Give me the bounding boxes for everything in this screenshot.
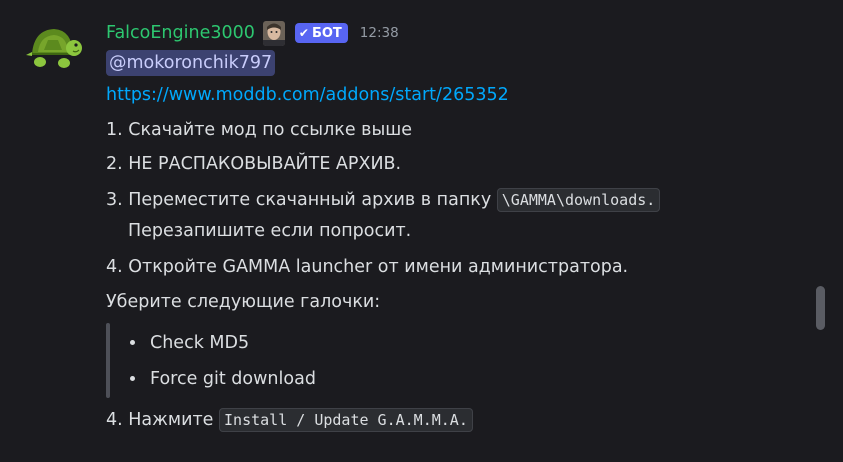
list-item: Force git download <box>150 369 316 389</box>
bullet-dot <box>130 376 135 381</box>
blockquote-bar <box>106 323 110 398</box>
inline-code-path: \GAMMA\downloads. <box>496 188 661 212</box>
step-3-text: 3. Переместите скачанный архив в папку <box>106 190 497 210</box>
message-header: FalcoEngine3000 ✔ БОТ 12:38 <box>106 17 399 49</box>
bullet-dot <box>130 340 135 345</box>
step-2: 2. НЕ РАСПАКОВЫВАЙТЕ АРХИВ. <box>106 154 402 174</box>
bot-tag: ✔ БОТ <box>294 23 348 43</box>
user-mention[interactable]: @mokoronchik797 <box>106 50 276 76</box>
role-icon[interactable] <box>262 20 285 46</box>
step-3-continued: Перезапишите если попросит. <box>128 221 412 241</box>
message-timestamp[interactable]: 12:38 <box>360 25 399 41</box>
step-4: 4. Откройте GAMMA launcher от имени адми… <box>106 257 629 277</box>
turtle-avatar-icon[interactable] <box>26 22 82 72</box>
inline-code-button: Install / Update G.A.M.M.A. <box>219 408 473 432</box>
step-3: 3. Переместите скачанный архив в папку \… <box>106 188 661 212</box>
list-item: Check MD5 <box>150 333 250 353</box>
scrollbar-thumb[interactable] <box>816 286 825 330</box>
bot-tag-label: БОТ <box>311 25 342 41</box>
step-5: 4. Нажмите Install / Update G.A.M.M.A. <box>106 408 473 432</box>
step-1: 1. Скачайте мод по ссылке выше <box>106 120 413 140</box>
step-5-text: 4. Нажмите <box>106 410 220 430</box>
verified-check-icon: ✔ <box>298 26 309 40</box>
uncheck-intro: Уберите следующие галочки: <box>106 292 381 312</box>
chat-message: FalcoEngine3000 ✔ БОТ 12:38 @mokoronchik… <box>0 0 843 462</box>
author-name[interactable]: FalcoEngine3000 <box>106 23 255 43</box>
download-link[interactable]: https://www.moddb.com/addons/start/26535… <box>106 83 509 107</box>
